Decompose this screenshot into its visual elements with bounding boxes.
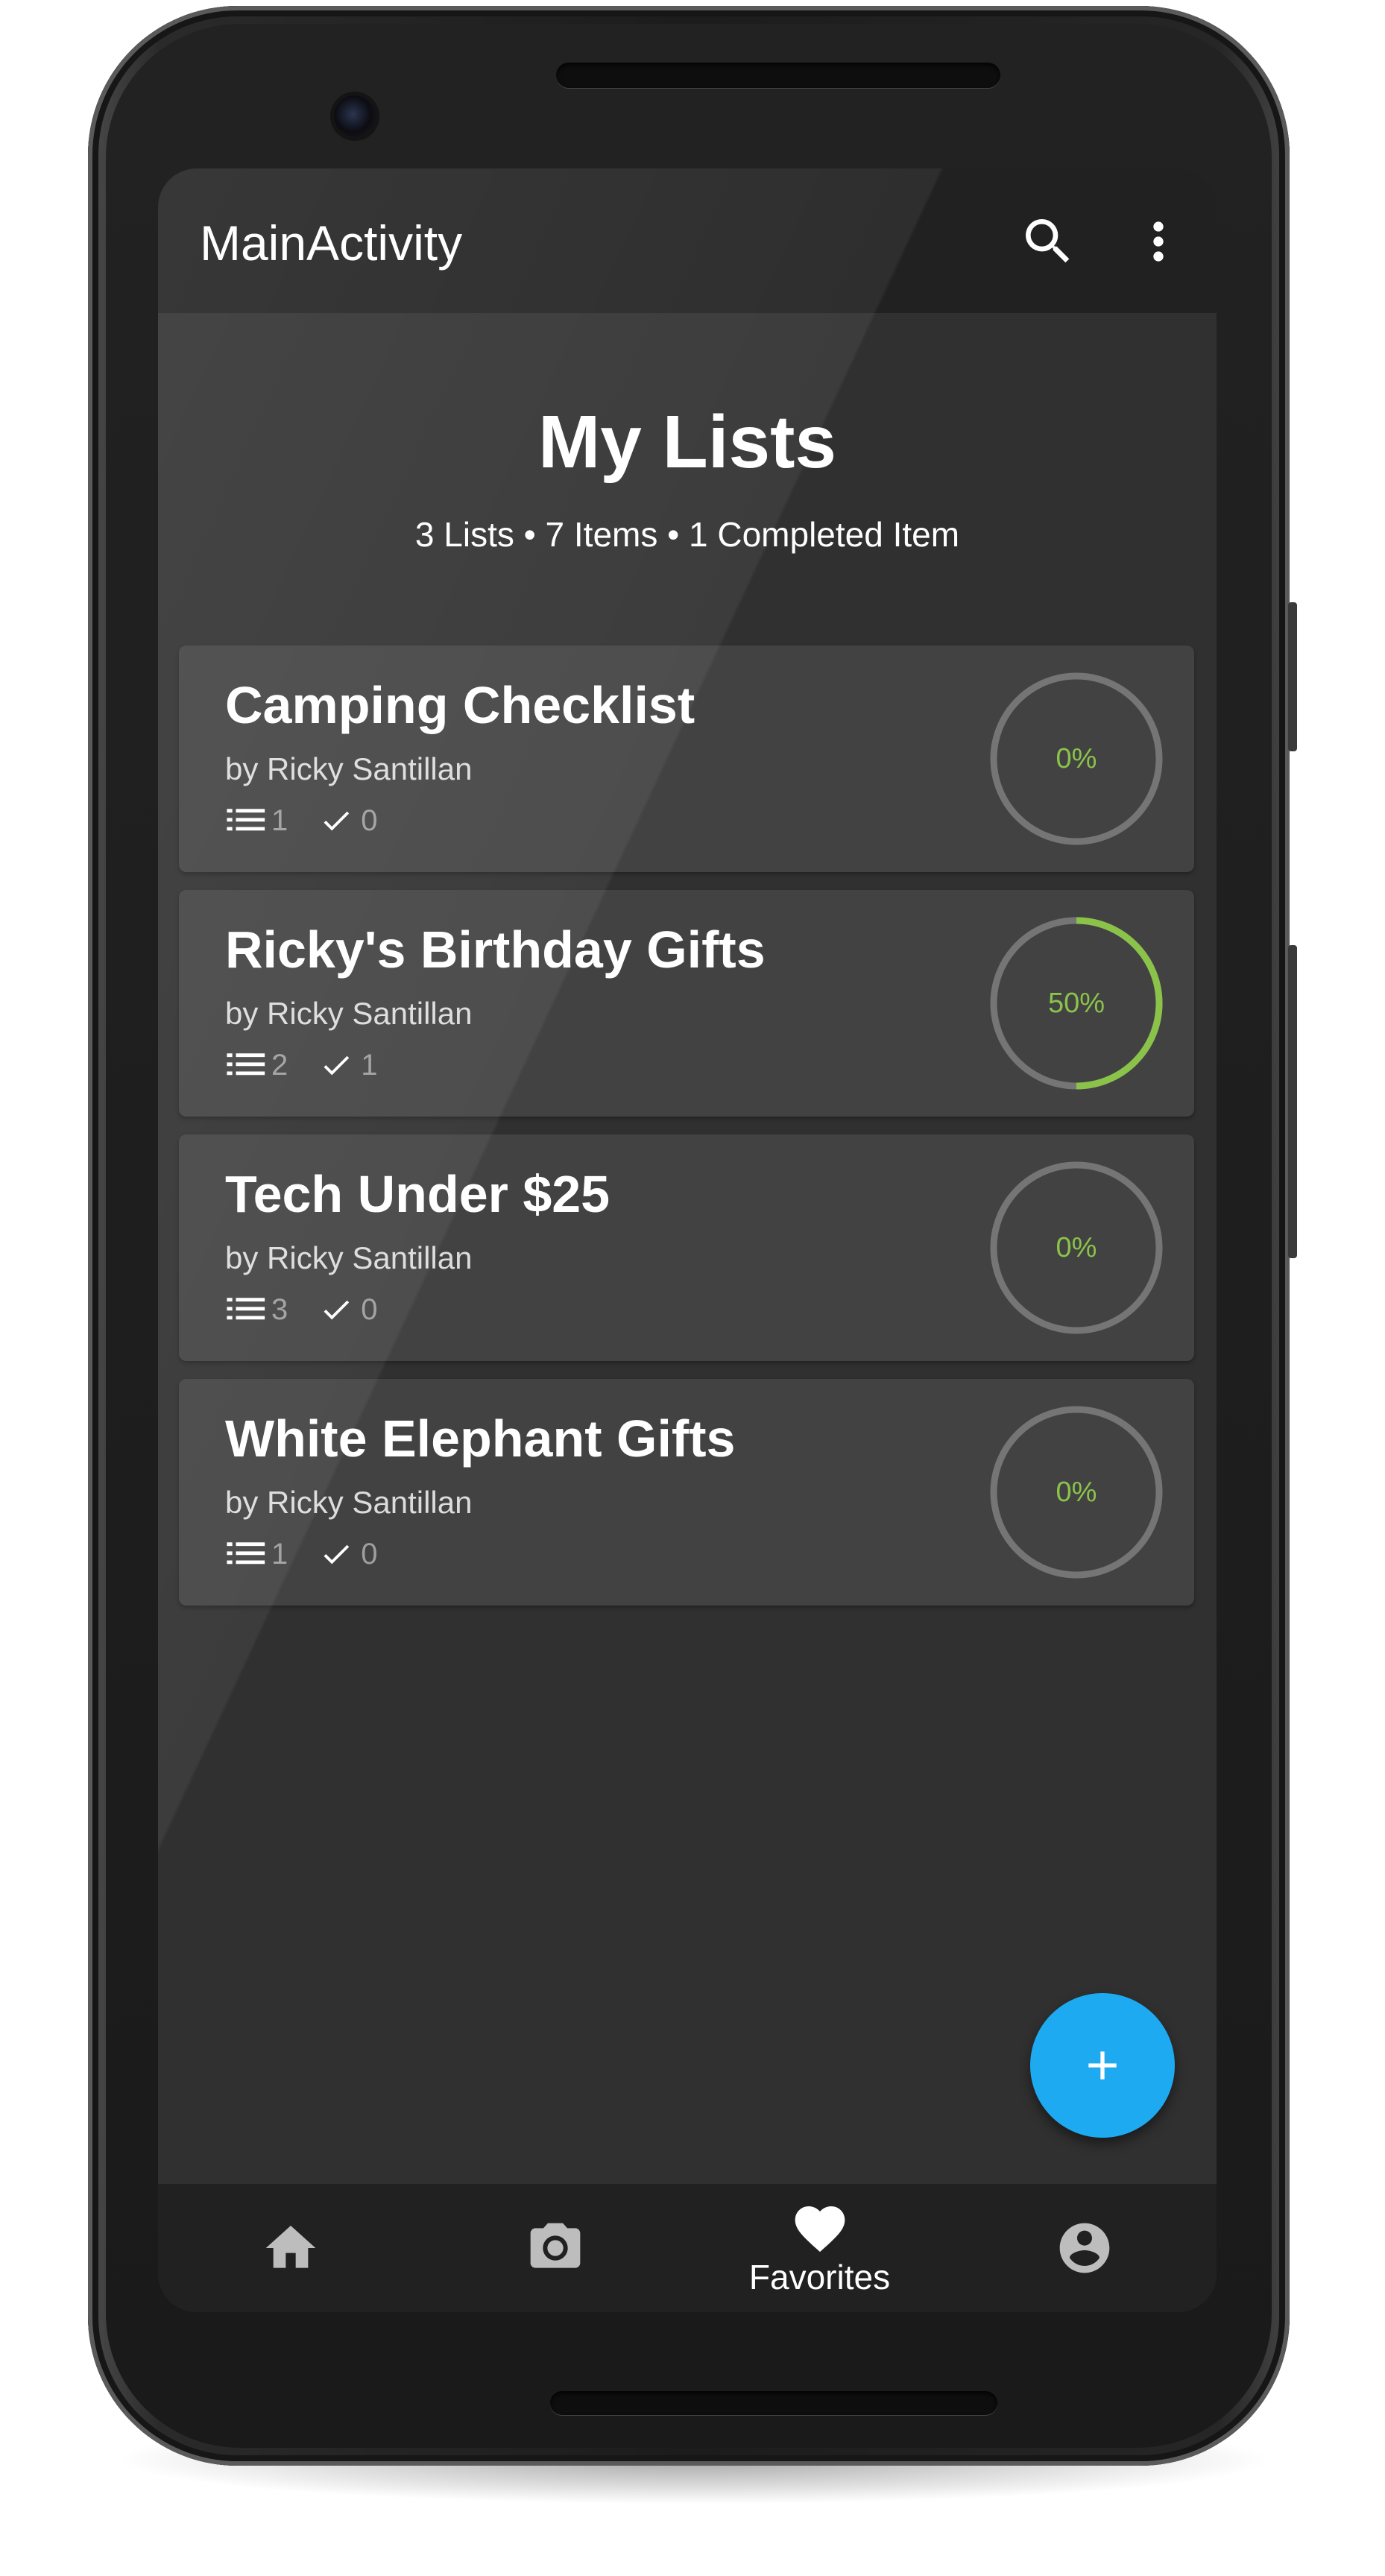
check-icon — [324, 1544, 350, 1565]
item-count: 1 — [271, 1537, 288, 1570]
list-stats: 2 1 — [225, 1046, 405, 1084]
list-icon — [227, 1298, 265, 1320]
progress-label: 50% — [1047, 987, 1105, 1019]
check-icon — [324, 1300, 350, 1320]
completed-count: 0 — [361, 804, 378, 837]
list-author: by Ricky Santillan — [225, 1485, 473, 1520]
app-bar-title: MainActivity — [200, 215, 463, 271]
check-icon — [324, 1055, 350, 1076]
list-author: by Ricky Santillan — [225, 751, 473, 786]
power-button — [1288, 602, 1297, 751]
more-vert-icon[interactable] — [1129, 212, 1188, 271]
list-title: Tech Under $25 — [225, 1165, 611, 1223]
volume-button — [1288, 945, 1297, 1258]
list-stats: 3 0 — [225, 1291, 405, 1328]
nav-account[interactable] — [952, 2184, 1217, 2312]
page-title: My Lists — [537, 400, 837, 484]
nav-home[interactable] — [158, 2184, 423, 2312]
nav-camera[interactable] — [423, 2184, 687, 2312]
nav-favorites[interactable]: Favorites — [687, 2184, 952, 2312]
list-title: White Elephant Gifts — [225, 1409, 736, 1468]
completed-count: 0 — [361, 1292, 378, 1326]
list-author: by Ricky Santillan — [225, 1240, 473, 1275]
item-count: 1 — [271, 804, 288, 837]
list-title: Camping Checklist — [225, 676, 695, 734]
list-card[interactable]: White Elephant Gifts by Ricky Santillan … — [179, 1379, 1194, 1606]
list-author: by Ricky Santillan — [225, 996, 473, 1031]
list-summary: 3 Lists • 7 Items • 1 Completed Item — [414, 515, 960, 554]
list-card[interactable]: Camping Checklist by Ricky Santillan 1 0… — [179, 645, 1194, 872]
front-camera — [334, 95, 376, 137]
list-stats: 1 0 — [225, 802, 405, 839]
home-icon — [265, 2226, 315, 2268]
progress-label: 0% — [1056, 742, 1097, 774]
item-count: 3 — [271, 1292, 288, 1326]
check-icon — [324, 811, 350, 831]
bottom-speaker — [550, 2391, 997, 2415]
list-stats: 1 0 — [225, 1535, 405, 1573]
item-count: 2 — [271, 1048, 288, 1082]
top-speaker — [556, 63, 1000, 88]
list-icon — [227, 1053, 265, 1076]
nav-favorites-label: Favorites — [748, 2258, 891, 2296]
list-title: Ricky's Birthday Gifts — [225, 921, 766, 979]
list-icon — [227, 809, 265, 831]
list-card[interactable]: Ricky's Birthday Gifts by Ricky Santilla… — [179, 890, 1194, 1117]
app-bar: MainActivity — [158, 168, 1217, 313]
favorite-icon — [795, 2206, 845, 2253]
add-list-button[interactable] — [1030, 1993, 1175, 2138]
add-icon — [1088, 2051, 1117, 2080]
list-card[interactable]: Tech Under $25 by Ricky Santillan 3 0 0% — [179, 1134, 1194, 1361]
progress-label: 0% — [1056, 1231, 1097, 1263]
search-icon[interactable] — [1018, 212, 1078, 271]
progress-label: 0% — [1056, 1476, 1097, 1508]
completed-count: 1 — [361, 1048, 378, 1082]
completed-count: 0 — [361, 1537, 378, 1570]
camera-icon — [530, 2223, 580, 2268]
bottom-navigation: Favorites — [158, 2184, 1217, 2312]
account-icon — [1059, 2223, 1109, 2273]
list-icon — [227, 1542, 265, 1565]
app-screen: MainActivity My Lists 3 Lists • 7 Items … — [158, 168, 1217, 2312]
